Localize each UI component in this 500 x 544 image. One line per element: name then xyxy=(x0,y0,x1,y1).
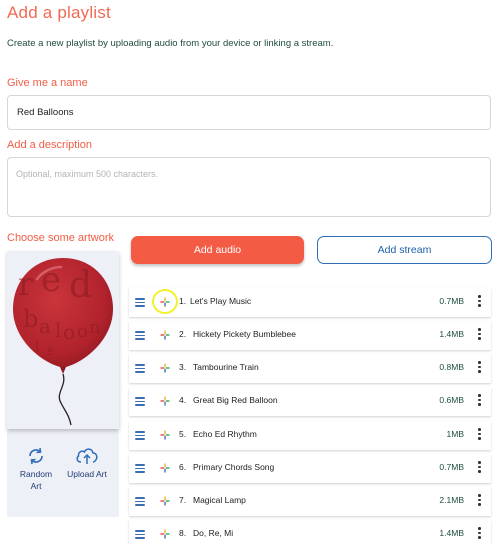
track-title: Magical Lamp xyxy=(193,495,246,505)
track-number: 7. xyxy=(179,495,187,505)
playlist-name-input[interactable]: Red Balloons xyxy=(7,95,491,130)
svg-text:b: b xyxy=(23,305,38,333)
sparkle-icon xyxy=(160,430,170,440)
track-row[interactable]: 5. Echo Ed Rhythm 1MB xyxy=(129,421,491,450)
more-vertical-icon[interactable] xyxy=(478,295,481,309)
name-label: Give me a name xyxy=(7,77,88,89)
track-size: 1.4MB xyxy=(439,528,464,538)
more-vertical-icon[interactable] xyxy=(478,394,481,408)
more-vertical-icon[interactable] xyxy=(478,494,481,508)
balloon-artwork: r e d b a l o o n l s xyxy=(13,258,113,426)
track-size: 0.7MB xyxy=(439,462,464,472)
track-row[interactable]: 8. Do, Re, Mi 1.4MB xyxy=(129,520,491,544)
track-number: 4. xyxy=(179,395,187,405)
more-vertical-icon[interactable] xyxy=(478,328,481,342)
artwork-label: Choose some artwork xyxy=(7,232,114,244)
track-title: Echo Ed Rhythm xyxy=(193,429,257,439)
cloud-upload-icon xyxy=(76,448,98,464)
description-input[interactable] xyxy=(7,157,491,217)
sparkle-icon xyxy=(160,463,170,473)
track-size: 1.4MB xyxy=(439,329,464,339)
more-vertical-icon[interactable] xyxy=(478,361,481,375)
sparkle-icon xyxy=(160,396,170,406)
upload-art-button[interactable]: Upload Art xyxy=(63,447,111,480)
track-size: 0.7MB xyxy=(439,296,464,306)
track-size: 2.1MB xyxy=(439,495,464,505)
track-title: Do, Re, Mi xyxy=(193,528,234,538)
track-title: Let's Play Music xyxy=(190,296,252,306)
add-audio-button[interactable]: Add audio xyxy=(131,236,304,264)
drag-handle-icon[interactable] xyxy=(135,497,145,506)
drag-handle-icon[interactable] xyxy=(135,431,145,440)
svg-text:a: a xyxy=(39,314,51,338)
sparkle-icon xyxy=(160,297,170,307)
track-title: Primary Chords Song xyxy=(193,462,275,472)
random-art-label: Random Art xyxy=(19,469,53,491)
track-row[interactable]: 4. Great Big Red Balloon 0.6MB xyxy=(129,387,491,416)
track-row[interactable]: 1. Let's Play Music 0.7MB xyxy=(129,288,491,317)
track-row[interactable]: 2. Hickety Pickety Bumblebee 1.4MB xyxy=(129,321,491,350)
svg-text:l: l xyxy=(35,339,40,355)
description-label: Add a description xyxy=(7,139,92,151)
track-row[interactable]: 7. Magical Lamp 2.1MB xyxy=(129,487,491,516)
svg-text:o: o xyxy=(63,320,75,344)
svg-text:d: d xyxy=(69,265,92,306)
track-title: Hickety Pickety Bumblebee xyxy=(193,329,296,339)
more-vertical-icon[interactable] xyxy=(478,527,481,541)
track-number: 1. xyxy=(179,296,187,306)
more-vertical-icon[interactable] xyxy=(478,461,481,475)
drag-handle-icon[interactable] xyxy=(135,364,145,373)
svg-text:o: o xyxy=(77,321,88,342)
track-number: 3. xyxy=(179,362,187,372)
track-row[interactable]: 3. Tambourine Train 0.8MB xyxy=(129,354,491,383)
page-subtitle: Create a new playlist by uploading audio… xyxy=(7,38,334,49)
track-title: Great Big Red Balloon xyxy=(193,395,278,405)
more-vertical-icon[interactable] xyxy=(478,428,481,442)
sparkle-icon xyxy=(160,496,170,506)
drag-handle-icon[interactable] xyxy=(135,298,145,307)
sparkle-icon xyxy=(160,529,170,539)
artwork-preview[interactable]: r e d b a l o o n l s xyxy=(7,251,119,429)
drag-handle-icon[interactable] xyxy=(135,464,145,473)
add-stream-button[interactable]: Add stream xyxy=(317,236,492,264)
track-number: 8. xyxy=(179,528,187,538)
upload-art-label: Upload Art xyxy=(67,469,107,479)
sparkle-icon xyxy=(160,330,170,340)
refresh-icon xyxy=(29,447,43,465)
artwork-panel: r e d b a l o o n l s Random Art Upload … xyxy=(7,251,119,517)
track-title: Tambourine Train xyxy=(193,362,259,372)
track-size: 1MB xyxy=(446,429,464,439)
track-number: 5. xyxy=(179,429,187,439)
track-row[interactable]: 6. Primary Chords Song 0.7MB xyxy=(129,454,491,483)
svg-text:n: n xyxy=(89,317,101,338)
track-size: 0.8MB xyxy=(439,362,464,372)
drag-handle-icon[interactable] xyxy=(135,331,145,340)
drag-handle-icon[interactable] xyxy=(135,397,145,406)
svg-text:l: l xyxy=(55,318,61,342)
track-size: 0.6MB xyxy=(439,395,464,405)
random-art-button[interactable]: Random Art xyxy=(13,447,59,492)
track-number: 2. xyxy=(179,329,187,339)
track-number: 6. xyxy=(179,462,187,472)
page-title: Add a playlist xyxy=(7,3,111,22)
svg-text:r: r xyxy=(18,265,34,303)
sparkle-icon xyxy=(160,363,170,373)
svg-text:s: s xyxy=(47,343,54,359)
drag-handle-icon[interactable] xyxy=(135,530,145,539)
